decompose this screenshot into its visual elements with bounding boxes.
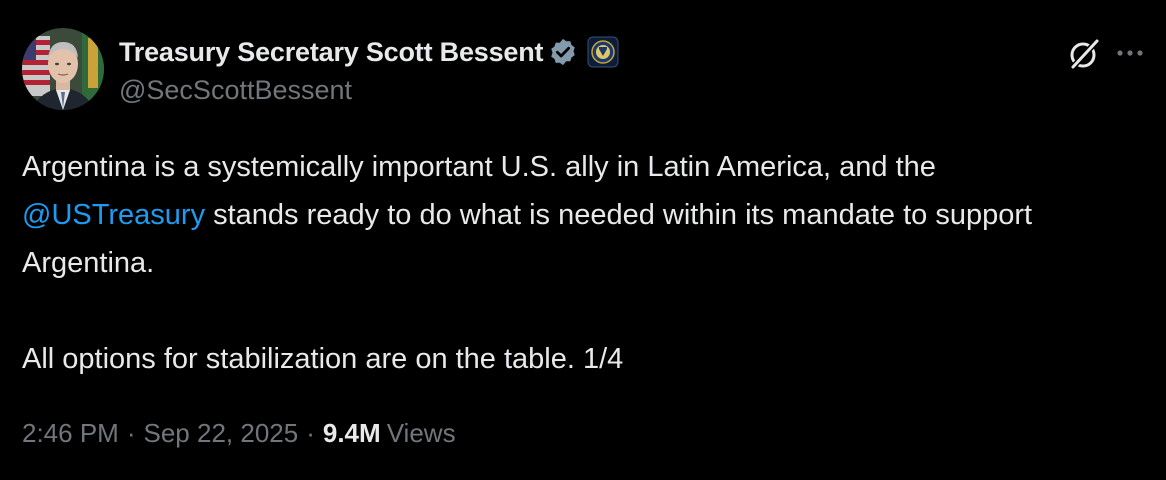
tweet-meta: 2:46 PM · Sep 22, 2025 · 9.4M Views <box>22 418 456 449</box>
author-display-name[interactable]: Treasury Secretary Scott Bessent <box>119 37 544 68</box>
tweet-text: Argentina is a systemically important U.… <box>22 143 1147 383</box>
views-label: Views <box>386 418 456 448</box>
avatar-image <box>22 28 104 110</box>
tweet-text-line-1: Argentina is a systemically important U.… <box>22 151 936 183</box>
tweet-paragraph-2: All options for stabilization are on the… <box>22 343 624 375</box>
meta-separator: · <box>306 418 315 448</box>
grok-icon[interactable] <box>1066 36 1102 72</box>
tweet-header: Treasury Secretary Scott Bessent @SecSco… <box>22 28 1143 112</box>
tweet-card: Treasury Secretary Scott Bessent @SecSco… <box>0 0 1166 480</box>
views-count[interactable]: 9.4M <box>323 418 381 449</box>
meta-separator: · <box>126 418 136 448</box>
mention-link[interactable]: @USTreasury <box>22 199 205 231</box>
verified-badge-icon[interactable] <box>548 37 578 67</box>
tweet-paragraph-1: Argentina is a systemically important U.… <box>22 143 1147 287</box>
more-options-icon[interactable] <box>1114 38 1146 68</box>
tweet-date[interactable]: Sep 22, 2025 <box>144 418 299 449</box>
author-name-row: Treasury Secretary Scott Bessent <box>119 34 619 70</box>
author-avatar[interactable] <box>22 28 104 110</box>
author-handle[interactable]: @SecScottBessent <box>119 75 352 106</box>
tweet-time[interactable]: 2:46 PM <box>22 418 119 449</box>
treasury-seal-icon[interactable] <box>587 36 619 68</box>
